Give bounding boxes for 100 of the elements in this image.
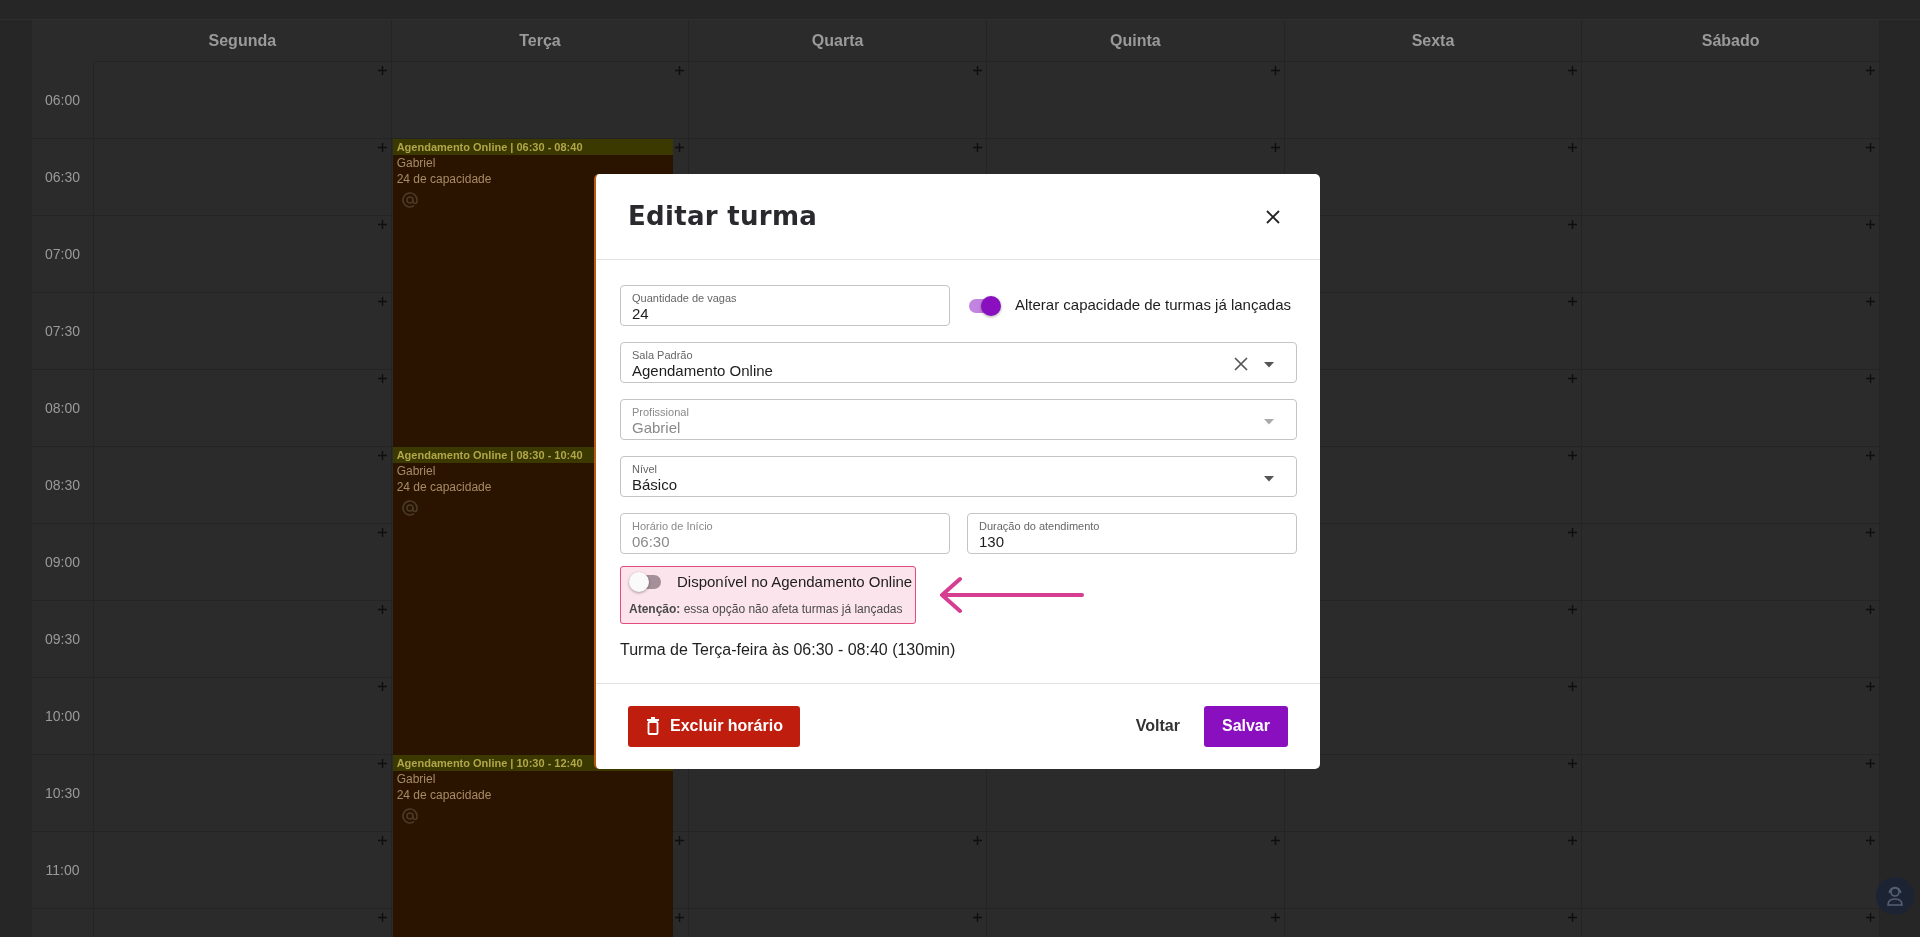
trash-icon [646,717,660,735]
event-title: Agendamento Online | 08:30 - 10:40 [396,449,583,461]
add-icon[interactable] [1568,913,1578,922]
add-icon[interactable] [1866,297,1875,306]
add-icon[interactable] [675,143,685,152]
event-title: Agendamento Online | 06:30 - 08:40 [396,141,583,153]
select-field[interactable]: Sala Padrão Agendamento Online [620,342,1297,383]
event-professional: Gabriel [396,772,436,786]
save-button[interactable]: Salvar [1203,705,1288,747]
add-icon[interactable] [1866,682,1875,691]
day-header: Segunda [208,30,277,51]
time-label: 09:00 [44,552,80,572]
person-icon [1886,886,1904,906]
add-icon[interactable] [377,297,387,306]
toggle-label: Disponível no Agendamento Online [677,572,913,592]
time-label: 09:30 [44,629,80,649]
add-icon[interactable] [1568,836,1578,845]
event-capacity: 24 de capacidade [396,480,492,494]
add-icon[interactable] [675,913,685,922]
add-icon[interactable] [1866,836,1875,845]
add-icon[interactable] [1568,451,1578,460]
class-event[interactable]: Agendamento Online | 10:30 - 12:40 Gabriel 24 de capacidade [392,755,673,937]
at-sign-icon [400,807,419,825]
add-icon[interactable] [1568,682,1578,691]
add-icon[interactable] [377,605,387,614]
add-icon[interactable] [1270,913,1280,922]
add-icon[interactable] [1866,451,1875,460]
add-icon[interactable] [1866,759,1875,768]
add-icon[interactable] [377,836,387,845]
add-icon[interactable] [675,836,685,845]
add-icon[interactable] [1568,220,1578,229]
add-icon[interactable] [377,143,387,152]
time-label: 10:30 [44,783,80,803]
time-label: 08:00 [44,398,80,418]
add-icon[interactable] [1568,66,1578,75]
add-icon[interactable] [1866,605,1875,614]
field-value: 130 [979,532,1005,551]
day-header: Sábado [1701,30,1760,51]
event-title: Agendamento Online | 10:30 - 12:40 [396,757,583,769]
add-icon[interactable] [1568,528,1578,537]
day-header: Quarta [811,30,864,51]
add-icon[interactable] [377,528,387,537]
time-label: 07:30 [44,321,80,341]
event-professional: Gabriel [396,156,436,170]
add-icon[interactable] [1866,143,1875,152]
time-label: 10:00 [44,706,80,726]
add-icon[interactable] [973,143,982,152]
caret-icon [1263,474,1275,482]
add-icon[interactable] [1270,66,1280,75]
add-icon[interactable] [377,682,387,691]
add-icon[interactable] [1866,220,1875,229]
at-sign-icon [400,499,419,517]
add-icon[interactable] [1568,374,1578,383]
add-icon[interactable] [1568,297,1578,306]
toggle-switch[interactable] [629,572,663,593]
toggle-switch[interactable] [967,295,1001,316]
field-value: 24 [632,304,649,323]
add-icon[interactable] [377,759,387,768]
toggle-label: Alterar capacidade de turmas já lançadas [1015,295,1291,316]
add-icon[interactable] [377,220,387,229]
add-icon[interactable] [377,451,387,460]
caret-icon [1263,417,1275,425]
event-capacity: 24 de capacidade [396,788,492,802]
add-icon[interactable] [675,66,685,75]
add-icon[interactable] [1866,528,1875,537]
add-icon[interactable] [1568,605,1578,614]
time-label: 07:00 [44,244,80,264]
back-button[interactable]: Voltar [1123,706,1192,746]
at-sign-icon [400,191,419,209]
event-capacity: 24 de capacidade [396,172,492,186]
time-label: 06:00 [44,90,80,110]
input-field[interactable]: Quantidade de vagas 24 [620,285,950,326]
time-label: 06:30 [44,167,80,187]
add-icon[interactable] [973,836,982,845]
add-icon[interactable] [1270,143,1280,152]
add-icon[interactable] [1270,836,1280,845]
add-icon[interactable] [1866,913,1875,922]
select-field[interactable]: Nível Básico [620,456,1297,497]
add-icon[interactable] [973,913,982,922]
field-value: 06:30 [632,532,670,551]
add-icon[interactable] [377,66,387,75]
add-icon[interactable] [1568,143,1578,152]
add-icon[interactable] [377,374,387,383]
day-header: Sexta [1411,30,1455,51]
add-icon[interactable] [973,66,982,75]
caret-icon [1263,360,1275,368]
add-icon[interactable] [1866,374,1875,383]
input-field[interactable]: Duração do atendimento 130 [967,513,1297,554]
day-header: Quinta [1110,30,1161,51]
close-icon [1266,209,1280,224]
support-button[interactable] [1876,877,1914,915]
add-icon[interactable] [1568,759,1578,768]
time-label: 08:30 [44,475,80,495]
time-label: 11:00 [45,860,80,880]
field-label: Duração do atendimento [979,519,1101,533]
add-icon[interactable] [377,913,387,922]
field-label: Nível [632,462,659,476]
delete-button[interactable]: Excluir horário [628,705,800,747]
clear-icon[interactable] [1233,356,1249,372]
add-icon[interactable] [1866,66,1875,75]
